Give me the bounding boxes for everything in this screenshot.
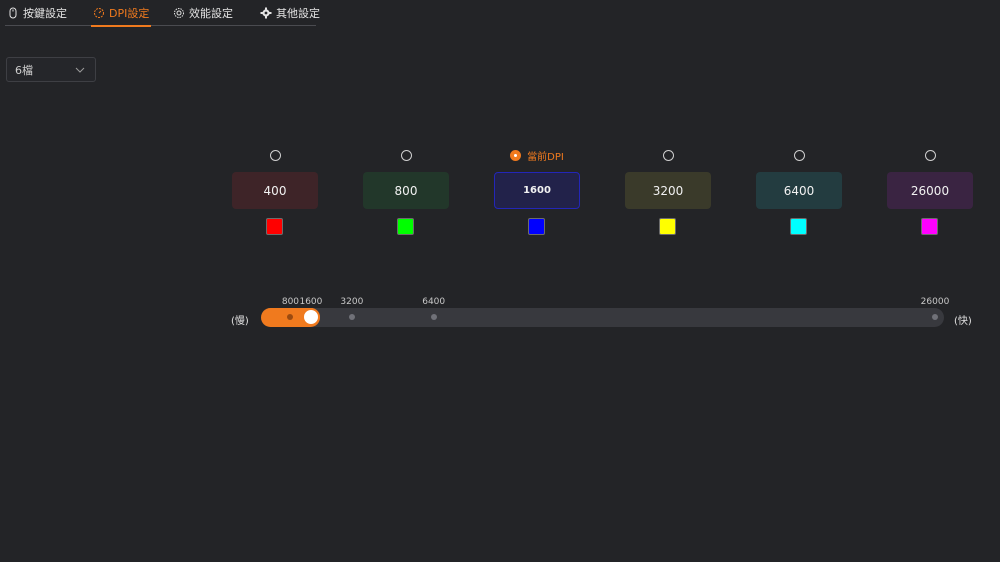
settings-gear-icon: [260, 7, 272, 19]
stage-color-swatch[interactable]: [921, 218, 938, 235]
slider-tick-label: 1600: [299, 297, 323, 307]
mouse-icon: [9, 7, 17, 19]
performance-gear-icon: [174, 8, 184, 18]
slider-tick-dot: [348, 314, 355, 320]
current-dpi-label: 當前DPI: [527, 151, 564, 163]
slider-tick-dot: [932, 314, 938, 320]
dpi-gauge-icon: [94, 8, 104, 18]
stage-color-swatch[interactable]: [397, 218, 414, 235]
stage-radio[interactable]: [269, 149, 281, 161]
stage-radio-row: [625, 148, 711, 162]
dpi-stage-2: 800: [363, 145, 449, 245]
tab-label: DPI設定: [109, 7, 150, 20]
tab-dpi-settings[interactable]: DPI設定: [90, 0, 152, 27]
tab-bar: 按鍵設定 DPI設定 效能設定 其他設定: [5, 0, 320, 27]
stage-radio[interactable]: [793, 149, 805, 161]
dpi-stage-4: 3200: [625, 145, 711, 245]
stage-radio-row: [756, 148, 842, 162]
stage-color-swatch[interactable]: [528, 218, 545, 235]
dpi-value-box-current[interactable]: 1600: [494, 172, 580, 209]
chevron-down-icon: [75, 67, 85, 73]
dropdown-value: 6檔: [15, 63, 33, 77]
dpi-value-box[interactable]: 26000: [887, 172, 973, 209]
slider-tick-label: 6400: [422, 297, 446, 307]
tab-other-settings[interactable]: 其他設定: [260, 0, 320, 26]
stage-radio-row: [363, 148, 449, 162]
tab-button-settings[interactable]: 按鍵設定: [7, 0, 67, 26]
dpi-value-box[interactable]: 6400: [756, 172, 842, 209]
stage-radio[interactable]: [924, 149, 936, 161]
stage-radio[interactable]: [662, 149, 674, 161]
dpi-level-count-dropdown[interactable]: 6檔: [6, 57, 96, 82]
tab-label: 效能設定: [189, 7, 233, 20]
stage-radio-selected[interactable]: [510, 149, 522, 161]
dpi-value: 6400: [783, 183, 815, 198]
slider-tick-label: 3200: [340, 297, 364, 307]
dpi-value: 1600: [523, 185, 551, 196]
dpi-slider-handle[interactable]: [301, 308, 320, 326]
slider-tick-dot: [430, 314, 437, 320]
tab-label: 按鍵設定: [23, 7, 67, 20]
slider-tick-label: 26000: [920, 297, 950, 307]
stage-color-swatch[interactable]: [659, 218, 676, 235]
dpi-stage-5: 6400: [756, 145, 842, 245]
stage-radio[interactable]: [400, 149, 412, 161]
dpi-value-box[interactable]: 400: [232, 172, 318, 209]
stage-color-swatch[interactable]: [790, 218, 807, 235]
fast-label: (快): [954, 316, 972, 327]
tab-label: 其他設定: [276, 7, 320, 20]
stage-radio-row: [887, 148, 973, 162]
dpi-stage-3: 當前DPI 1600: [494, 145, 580, 245]
dpi-stage-1: 400: [232, 145, 318, 245]
dpi-value: 26000: [910, 183, 950, 198]
dpi-value: 400: [263, 183, 287, 198]
dpi-value: 3200: [652, 183, 684, 198]
slider-tick-label: 800: [281, 297, 300, 307]
dpi-stage-6: 26000: [887, 145, 973, 245]
dpi-value: 800: [394, 183, 418, 198]
stage-color-swatch[interactable]: [266, 218, 283, 235]
dpi-slider-track[interactable]: [261, 308, 944, 327]
tab-performance-settings[interactable]: 效能設定: [173, 0, 233, 26]
dpi-value-box[interactable]: 800: [363, 172, 449, 209]
stage-radio-row: [232, 148, 318, 162]
slow-label: (慢): [231, 316, 249, 327]
stage-radio-row: 當前DPI: [494, 148, 580, 163]
dpi-value-box[interactable]: 3200: [625, 172, 711, 209]
